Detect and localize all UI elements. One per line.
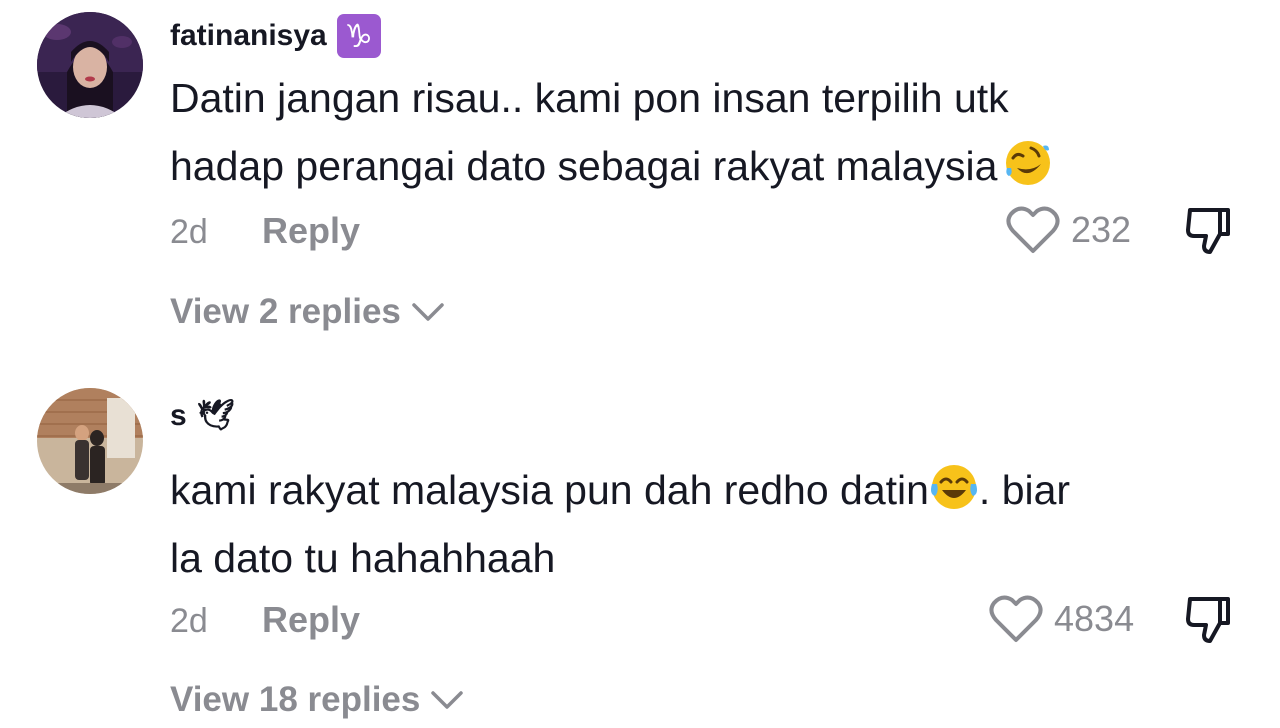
chevron-down-icon	[411, 301, 445, 323]
username[interactable]: s 🕊	[170, 398, 235, 433]
view-replies-label: View 18 replies	[170, 680, 421, 719]
capricorn-badge-icon: ♑	[336, 14, 381, 58]
timestamp: 2d	[170, 602, 208, 640]
comment-2: s 🕊 kami rakyat malaysia pun dah redho d…	[0, 388, 1280, 728]
thumbs-down-icon[interactable]	[1182, 595, 1234, 645]
reply-button[interactable]: Reply	[262, 210, 360, 252]
comment-text-content: Datin jangan risau.. kami pon insan terp…	[170, 75, 1009, 189]
dove-emoji-icon: 🕊	[196, 399, 235, 432]
avatar[interactable]	[37, 12, 143, 118]
comment-text: kami rakyat malaysia pun dah redho datin…	[170, 456, 1230, 592]
comment-meta: 2d Reply 232	[170, 205, 1280, 255]
comment-text: Datin jangan risau.. kami pon insan terp…	[170, 64, 1230, 200]
heart-outline-icon	[988, 594, 1044, 644]
username-text: fatinanisya	[170, 19, 327, 52]
view-replies-button[interactable]: View 2 replies	[170, 292, 445, 332]
chevron-down-icon	[430, 689, 464, 711]
like-count: 4834	[1054, 598, 1135, 639]
rolling-on-floor-laughing-emoji-icon	[1003, 138, 1053, 188]
timestamp: 2d	[170, 213, 208, 251]
comment-meta: 2d Reply 4834	[170, 594, 1280, 644]
thumbs-down-icon[interactable]	[1182, 206, 1234, 256]
avatar[interactable]	[37, 388, 143, 494]
comment-text-before: kami rakyat malaysia pun dah redho datin	[170, 467, 929, 513]
like-button[interactable]: 232	[1005, 205, 1131, 255]
like-count: 232	[1071, 209, 1132, 250]
like-button[interactable]: 4834	[988, 594, 1134, 644]
face-with-tears-of-joy-emoji-icon	[929, 462, 979, 512]
reply-button[interactable]: Reply	[262, 599, 360, 641]
view-replies-button[interactable]: View 18 replies	[170, 680, 464, 720]
heart-outline-icon	[1005, 205, 1061, 255]
username[interactable]: fatinanisya ♑	[170, 14, 381, 58]
comment-1: fatinanisya ♑ Datin jangan risau.. kami …	[0, 0, 1280, 360]
view-replies-label: View 2 replies	[170, 292, 401, 331]
username-text: s	[170, 398, 187, 432]
